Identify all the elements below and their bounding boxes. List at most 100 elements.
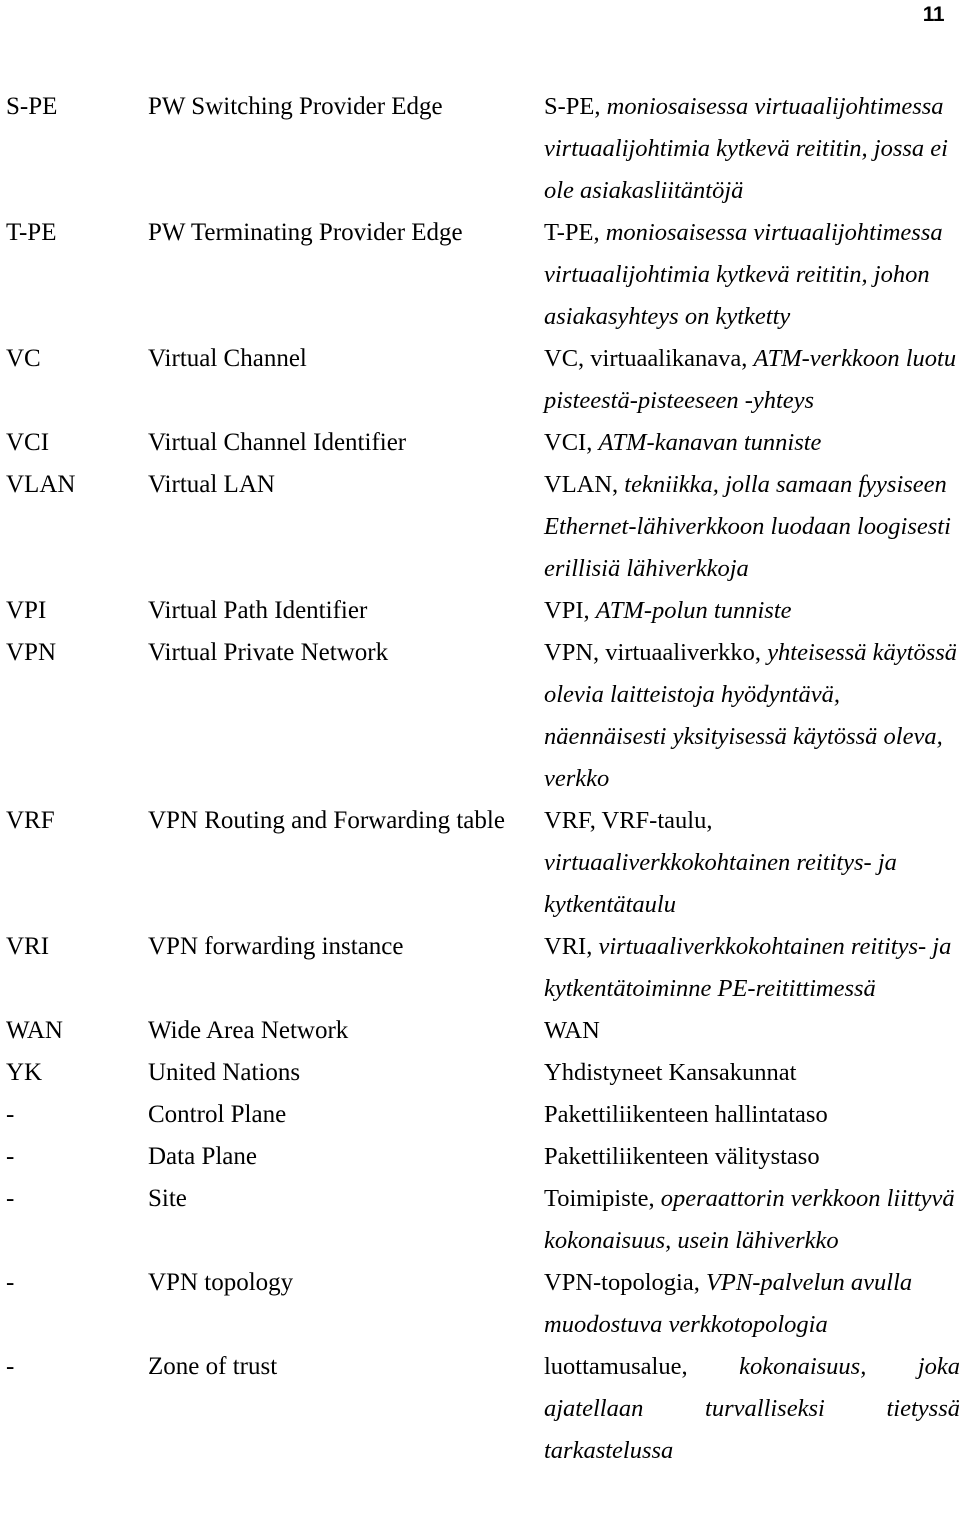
finnish-definition-inner: VC, virtuaalikanava, ATM-verkkoon luotu …: [544, 345, 956, 414]
finnish-definition-inner: Toimipiste, operaattorin verkkoon liitty…: [544, 1185, 955, 1254]
finnish-definition-cell: VPI, ATM-polun tunniste: [544, 590, 960, 632]
table-row: YK United Nations Yhdistyneet Kansakunnat: [0, 1052, 960, 1094]
finnish-definition-cell: Pakettiliikenteen hallintataso: [544, 1094, 960, 1136]
abbreviation-cell: S-PE: [6, 93, 58, 120]
english-term-cell: VPN Routing and Forwarding table: [148, 807, 505, 834]
finnish-term-definition: virtuaaliverkkokohtainen reititys- ja ky…: [544, 849, 897, 918]
abbreviation-cell: -: [6, 1143, 15, 1170]
finnish-definition-cell: WAN: [544, 1010, 960, 1052]
table-row: S-PE PW Switching Provider Edge S-PE, moni…: [0, 86, 960, 212]
finnish-definition-inner: WAN: [544, 1017, 600, 1044]
abbreviation-cell: WAN: [6, 1017, 63, 1044]
abbreviation-cell: -: [6, 1269, 15, 1296]
english-term-cell: PW Terminating Provider Edge: [148, 219, 463, 246]
finnish-definition-inner: S-PE, moniosaisessa virtuaalijohtimessa …: [544, 93, 948, 204]
table-row: - VPN topology VPN-topologia, VPN-palvelun…: [0, 1262, 960, 1346]
abbreviation-cell: YK: [6, 1059, 43, 1086]
abbreviation-cell: -: [6, 1185, 15, 1212]
finnish-definition-inner: VPN, virtuaaliverkko, yhteisessä käytöss…: [544, 639, 957, 792]
english-term-cell: Wide Area Network: [148, 1017, 349, 1044]
finnish-definition-cell: VLAN, tekniikka, jolla samaan fyysiseen …: [544, 464, 960, 590]
finnish-definition-inner: VPN-topologia, VPN-palvelun avulla muodo…: [544, 1269, 912, 1338]
finnish-term-lead: T-PE,: [544, 219, 600, 246]
table-row: - Zone of trust luottamusalue, kokonaisuus…: [0, 1346, 960, 1514]
finnish-definition-cell: VCI, ATM-kanavan tunniste: [544, 422, 960, 464]
table-row: VPI Virtual Path Identifier VPI, ATM-polun…: [0, 590, 960, 632]
abbreviation-cell: VRI: [6, 933, 50, 960]
page-number: 11: [922, 3, 945, 26]
finnish-term-definition: virtuaaliverkkokohtainen reititys- ja ky…: [544, 933, 952, 1002]
table-row: VLAN Virtual LAN VLAN, tekniikka, jolla sa…: [0, 464, 960, 590]
abbreviation-cell: VPI: [6, 597, 47, 624]
table-row: - Site Toimipiste, operaattorin verkkoon l…: [0, 1178, 960, 1262]
finnish-term-definition: ATM-kanavan tunniste: [598, 429, 822, 456]
english-term-cell: PW Switching Provider Edge: [148, 93, 443, 120]
finnish-definition-inner: VRI, virtuaaliverkkokohtainen reititys- …: [544, 933, 951, 1002]
finnish-definition-cell: S-PE, moniosaisessa virtuaalijohtimessa …: [544, 86, 960, 212]
finnish-definition-inner: Pakettiliikenteen välitystaso: [544, 1143, 820, 1170]
finnish-definition-cell: VRI, virtuaaliverkkokohtainen reititys- …: [544, 926, 960, 1010]
table-row: VC Virtual Channel VC, virtuaalikanava, AT…: [0, 338, 960, 422]
abbreviation-cell: VRF: [6, 807, 55, 834]
table-row: VRF VPN Routing and Forwarding table VRF, …: [0, 800, 960, 926]
finnish-definition-inner: VCI, ATM-kanavan tunniste: [544, 429, 821, 456]
finnish-term-lead: luottamusalue,: [544, 1353, 688, 1380]
finnish-definition-cell: VPN-topologia, VPN-palvelun avulla muodo…: [544, 1262, 960, 1346]
finnish-term-lead: VC, virtuaalikanava,: [544, 345, 748, 372]
finnish-term-definition: moniosaisessa virtuaalijohtimessa virtua…: [544, 93, 948, 204]
abbreviation-cell: VC: [6, 345, 41, 372]
table-row: VRI VPN forwarding instance VRI, virtuaali…: [0, 926, 960, 1010]
table-row: T-PE PW Terminating Provider Edge T-PE, mo…: [0, 212, 960, 338]
english-term-cell: VPN topology: [148, 1269, 294, 1296]
english-term-cell: Virtual Channel Identifier: [148, 429, 407, 456]
finnish-term-definition: ATM-polun tunniste: [595, 597, 792, 624]
finnish-term-lead: VPN, virtuaaliverkko,: [544, 639, 762, 666]
english-term-cell: VPN forwarding instance: [148, 933, 404, 960]
finnish-term-lead: VLAN,: [544, 471, 619, 498]
finnish-definition-inner: Yhdistyneet Kansakunnat: [544, 1059, 796, 1086]
table-row: - Data Plane Pakettiliikenteen välitystaso: [0, 1136, 960, 1178]
abbreviation-cell: -: [6, 1353, 15, 1380]
finnish-definition-inner: Pakettiliikenteen hallintataso: [544, 1101, 828, 1128]
finnish-definition-inner: VRF, VRF-taulu, virtuaaliverkkokohtainen…: [544, 807, 897, 918]
finnish-definition-inner: T-PE, moniosaisessa virtuaalijohtimessa …: [544, 219, 943, 330]
finnish-term-lead: WAN: [544, 1017, 600, 1044]
finnish-definition-cell: T-PE, moniosaisessa virtuaalijohtimessa …: [544, 212, 960, 338]
document-page: 11 S-PE PW Switching Provider Edge S-PE, m…: [0, 0, 960, 1464]
abbreviation-cell: VCI: [6, 429, 50, 456]
english-term-cell: Virtual LAN: [148, 471, 275, 498]
finnish-term-lead: VPN-topologia,: [544, 1269, 700, 1296]
finnish-definition-inner: VPI, ATM-polun tunniste: [544, 597, 792, 624]
abbreviation-cell: T-PE: [6, 219, 57, 246]
table-row: - Control Plane Pakettiliikenteen hallinta…: [0, 1094, 960, 1136]
english-term-cell: Site: [148, 1185, 187, 1212]
english-term-cell: Virtual Private Network: [148, 639, 389, 666]
finnish-term-lead: Toimipiste,: [544, 1185, 655, 1212]
finnish-term-lead: Pakettiliikenteen hallintataso: [544, 1101, 828, 1128]
finnish-term-lead: VRI,: [544, 933, 593, 960]
english-term-cell: Data Plane: [148, 1143, 257, 1170]
glossary-table: S-PE PW Switching Provider Edge S-PE, moni…: [0, 86, 960, 1514]
finnish-term-lead: VPI,: [544, 597, 590, 624]
finnish-definition-cell: VC, virtuaalikanava, ATM-verkkoon luotu …: [544, 338, 960, 422]
finnish-definition-cell: VPN, virtuaaliverkko, yhteisessä käytöss…: [544, 632, 960, 800]
english-term-cell: United Nations: [148, 1059, 301, 1086]
finnish-definition-cell: Pakettiliikenteen välitystaso: [544, 1136, 960, 1178]
finnish-term-lead: Pakettiliikenteen välitystaso: [544, 1143, 820, 1170]
abbreviation-cell: VLAN: [6, 471, 76, 498]
english-term-cell: Zone of trust: [148, 1353, 278, 1380]
finnish-definition-cell: Yhdistyneet Kansakunnat: [544, 1052, 960, 1094]
finnish-definition-inner: luottamusalue, kokonaisuus, joka ajatell…: [544, 1353, 960, 1506]
finnish-term-lead: Yhdistyneet Kansakunnat: [544, 1059, 797, 1086]
english-term-cell: Virtual Channel: [148, 345, 307, 372]
table-row: WAN Wide Area Network WAN: [0, 1010, 960, 1052]
abbreviation-cell: VPN: [6, 639, 57, 666]
table-row: VPN Virtual Private Network VPN, virtuaali…: [0, 632, 960, 800]
finnish-term-lead: S-PE,: [544, 93, 601, 120]
finnish-definition-cell: VRF, VRF-taulu, virtuaaliverkkokohtainen…: [544, 800, 960, 926]
finnish-definition-cell: Toimipiste, operaattorin verkkoon liitty…: [544, 1178, 960, 1262]
finnish-term-lead: VCI,: [544, 429, 593, 456]
finnish-term-lead: VRF, VRF-taulu,: [544, 807, 713, 834]
finnish-term-definition: moniosaisessa virtuaalijohtimessa virtua…: [544, 219, 943, 330]
english-term-cell: Control Plane: [148, 1101, 287, 1128]
